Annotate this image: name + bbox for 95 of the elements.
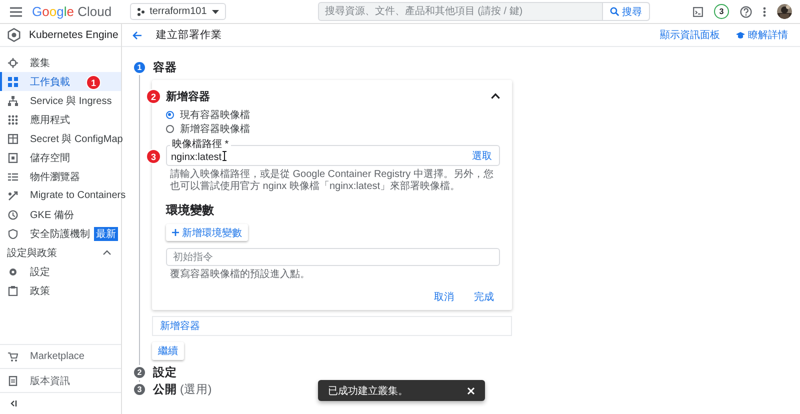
sidebar-item-label: Secret 與 ConfigMap	[30, 132, 123, 146]
image-path-field[interactable]: 映像檔路徑 * nginx:latest 選取	[166, 139, 500, 166]
chevron-up-icon	[103, 250, 111, 255]
step-number: 1	[134, 62, 145, 73]
info-panel-button[interactable]: 顯示資訊面板	[660, 28, 720, 42]
product-title: Kubernetes Engine	[29, 29, 118, 41]
sidebar-item[interactable]: 叢集	[0, 53, 121, 72]
command-field[interactable]: 初始指令	[166, 248, 500, 266]
sidebar-item[interactable]: Service 與 Ingress	[0, 91, 121, 110]
caret-icon	[212, 10, 219, 14]
sidebar-item[interactable]: Secret 與 ConfigMap	[0, 129, 121, 148]
card-title: 新增容器	[166, 90, 210, 104]
migrate-icon	[8, 190, 18, 200]
document-icon	[8, 376, 18, 386]
section-title: 設定與政策	[7, 246, 57, 260]
backup-icon	[8, 210, 18, 220]
toast-message: 已成功建立叢集。	[328, 384, 408, 398]
sidebar-item[interactable]: Marketplace	[0, 344, 121, 368]
sidebar-item-label: 設定	[30, 266, 50, 278]
sidebar-item[interactable]: 物件瀏覽器	[0, 167, 121, 186]
radio-option[interactable]: 現有容器映像檔	[166, 108, 500, 122]
cart-icon	[8, 352, 18, 362]
close-icon[interactable]	[467, 386, 475, 394]
dots-grid-icon	[8, 114, 18, 124]
sidebar-item-label: GKE 備份	[30, 208, 74, 222]
sidebar-item-label: Marketplace	[30, 351, 84, 362]
help-icon[interactable]	[740, 6, 752, 18]
sidebar-item-label: 儲存空間	[30, 152, 70, 164]
gear-icon	[8, 266, 18, 276]
notification-count[interactable]: 3	[714, 4, 729, 19]
radio-option[interactable]: 新增容器映像檔	[166, 122, 500, 136]
sidebar-item[interactable]: 設定	[0, 262, 121, 281]
step-number: 3	[134, 384, 145, 395]
project-selector[interactable]: terraform101	[130, 3, 226, 20]
plus-icon	[172, 229, 179, 236]
step-title[interactable]: 公開	[153, 382, 177, 397]
mortarboard-icon	[736, 32, 745, 38]
help-text: 請輸入映像檔路徑，或是從 Google Container Registry 中選擇。另外，您也可以嘗試使用官方 nginx 映像檔「nginx:latest」來部署映像檔。	[170, 169, 494, 193]
annotation-marker: 3	[146, 149, 161, 164]
annotation-marker: 2	[146, 89, 161, 104]
add-variable-button[interactable]: 新增環境變數	[166, 224, 248, 241]
radio-button[interactable]	[166, 125, 174, 133]
nodes-icon	[136, 8, 145, 16]
crosshair-icon	[8, 58, 18, 68]
sidebar-item-label: 政策	[30, 284, 50, 298]
chevron-up-icon[interactable]	[491, 93, 500, 99]
sidebar-item-label: 工作負載	[30, 76, 70, 88]
terminal-icon[interactable]	[693, 6, 703, 16]
section-header[interactable]: 設定與政策	[0, 243, 121, 262]
sidebar-item[interactable]: GKE 備份	[0, 205, 121, 224]
grid-icon	[8, 76, 18, 86]
sidebar-item-label: Service 與 Ingress	[30, 94, 112, 108]
sidebar-item[interactable]: 應用程式	[0, 110, 121, 129]
field-value: nginx:latest	[171, 152, 222, 163]
sidebar-item-label: 叢集	[30, 56, 50, 70]
text-cursor-icon	[222, 151, 227, 161]
list-icon	[8, 172, 18, 182]
step-title[interactable]: 容器	[153, 60, 177, 75]
help-text: 覆寫容器映像檔的預設進入點。	[170, 269, 311, 281]
annotation-marker: 1	[86, 75, 101, 90]
step-optional-label: (選用)	[180, 382, 212, 397]
sidebar-item[interactable]: 儲存空間	[0, 148, 121, 167]
sidebar-item-label: 應用程式	[30, 114, 70, 126]
sidebar-item-label: 安全防護機制	[30, 228, 90, 240]
sidebar-item[interactable]: 工作負載 1	[0, 72, 121, 91]
table-icon	[8, 134, 18, 144]
select-button[interactable]: 選取	[472, 149, 492, 163]
page-title: 建立部署作業	[156, 28, 222, 42]
sidebar-item[interactable]: 版本資訊	[0, 368, 121, 392]
storage-icon	[8, 152, 18, 162]
collapse-icon[interactable]	[10, 400, 17, 407]
menu-icon[interactable]	[10, 6, 22, 16]
shield-icon	[8, 228, 18, 238]
sidebar-item[interactable]: 政策	[0, 281, 121, 300]
sidebar-item-label: 物件瀏覽器	[30, 170, 80, 184]
continue-button[interactable]: 繼續	[152, 342, 184, 360]
more-icon[interactable]	[763, 6, 766, 16]
learn-button[interactable]: 瞭解詳情	[736, 28, 788, 42]
hierarchy-icon	[8, 96, 18, 106]
add-container-row[interactable]: 新增容器	[152, 316, 512, 336]
field-label: 映像檔路徑 *	[170, 139, 231, 150]
sidebar-item-label: 版本資訊	[30, 374, 70, 388]
sidebar-item[interactable]: 安全防護機制 最新	[0, 224, 121, 243]
back-arrow-icon[interactable]	[132, 30, 142, 40]
step-number: 2	[134, 367, 145, 378]
clipboard-icon	[8, 286, 18, 296]
radio-button[interactable]	[166, 111, 174, 119]
hexagon-icon	[7, 28, 21, 42]
new-badge: 最新	[94, 226, 118, 240]
sidebar-item-label: Migrate to Containers	[30, 190, 126, 201]
done-button[interactable]: 完成	[474, 290, 494, 304]
cancel-button[interactable]: 取消	[434, 290, 454, 304]
section-heading: 環境變數	[166, 202, 215, 219]
google-cloud-logo[interactable]: Google Cloud	[32, 4, 112, 19]
step-title[interactable]: 設定	[153, 365, 177, 380]
